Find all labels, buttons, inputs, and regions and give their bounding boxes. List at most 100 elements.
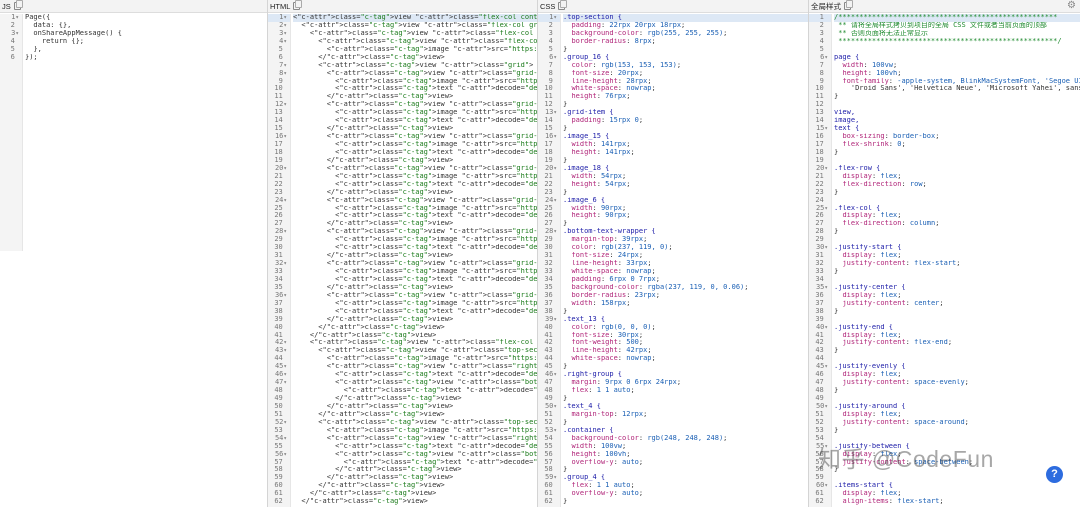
line-number: 18 <box>544 148 557 156</box>
line-number: 53 <box>274 426 287 434</box>
code-line-text: } <box>834 426 839 434</box>
code-line-text: <"c-attr">class="c-tag">text "c-attr">de… <box>293 244 537 252</box>
line-number: 19 <box>274 156 287 164</box>
code-line: flex-direction: row; <box>834 181 1080 189</box>
code-line-text: justify-content: space-around; <box>842 418 969 426</box>
code-line-text: <"c-attr">class="c-tag">image "c-attr">s… <box>293 45 537 53</box>
line-number: 48 <box>815 387 828 395</box>
line-number: 35 <box>274 283 287 291</box>
code-line: <"c-attr">class="c-tag">view "c-attr">cl… <box>293 363 537 371</box>
line-number: 9 <box>278 77 287 85</box>
line-number: 6 <box>278 53 287 61</box>
code-line: font-size: 24rpx; <box>563 252 808 260</box>
html-code-editor[interactable]: 1▾ 2▾ 3▾ 4▾ 5 6 7▾ 8▾ 9 10 11 12▾ 13 14 15 16▾ 1… <box>268 14 537 507</box>
line-number: 59 <box>815 474 828 482</box>
code-line: flex-direction: column; <box>834 220 1080 228</box>
code-line: <"c-attr">class="c-tag">view "c-attr">cl… <box>293 197 537 205</box>
help-button[interactable]: ? <box>1046 466 1063 483</box>
code-line: .flex-row { <box>834 165 1080 173</box>
line-number: 16▾ <box>544 133 557 141</box>
css-code-body[interactable]: .top-section { padding: 22rpx 20rpx 18rp… <box>561 14 808 507</box>
code-line-text: font-size: 20rpx; <box>571 69 644 77</box>
line-number: 50 <box>274 402 287 410</box>
code-line-text: <"c-attr">class="c-tag">view "c-attr">cl… <box>293 14 537 21</box>
code-line-text: margin: 9rpx 0 6rpx 24rpx; <box>571 379 682 387</box>
line-number: 37 <box>544 299 557 307</box>
code-line-text: .right-group { <box>563 371 623 379</box>
code-line: <"c-attr">class="c-tag">view "c-attr">cl… <box>293 70 537 78</box>
code-line-text: height: 90rpx; <box>571 212 631 220</box>
code-line-text: <"c-attr">class="c-tag">view "c-attr">cl… <box>293 418 537 426</box>
line-number: 23 <box>815 188 828 196</box>
line-number: 19 <box>815 156 828 164</box>
js-code-body[interactable]: Page({ data: {}, onShareAppMessage() { r… <box>23 14 267 507</box>
code-line-text: width: 141rpx; <box>571 141 631 148</box>
code-line: </"c-attr">class="c-tag">view> <box>293 252 537 260</box>
code-line-text: </"c-attr">class="c-tag">view> <box>293 220 454 228</box>
code-line-text: </"c-attr">class="c-tag">view> <box>293 466 462 474</box>
code-line-text: width: 100vw; <box>842 61 898 69</box>
code-line-text: line-height: 33rpx; <box>571 260 652 268</box>
code-line-text: padding: 6rpx 0 7rpx; <box>571 275 660 283</box>
gear-icon[interactable]: ⚙ <box>1067 1 1076 11</box>
code-line: } <box>563 189 808 197</box>
line-number: 6 <box>10 53 19 61</box>
code-line: display: flex; <box>834 332 1080 340</box>
code-line-text: </"c-attr">class="c-tag">view> <box>293 93 454 101</box>
line-number: 17 <box>544 141 557 148</box>
line-number: 20▾ <box>544 164 557 172</box>
copy-icon[interactable] <box>558 0 568 10</box>
line-number: 14 <box>815 117 828 125</box>
line-number: 45▾ <box>274 363 287 371</box>
code-line: } <box>834 93 1080 101</box>
code-line-text: .justify-end { <box>834 323 894 331</box>
code-line: } <box>563 157 808 165</box>
line-number: 39▾ <box>544 315 557 323</box>
code-line-text: <"c-attr">class="c-tag">text "c-attr">de… <box>293 387 537 395</box>
copy-icon[interactable] <box>13 0 23 10</box>
line-number: 27 <box>544 220 557 228</box>
line-number: 22 <box>815 180 828 188</box>
line-number: 4▾ <box>279 37 287 45</box>
code-line-text: overflow-y: auto; <box>571 490 644 498</box>
code-line-text: border-radius: 23rpx; <box>571 291 660 299</box>
global-code-body[interactable]: /***************************************… <box>832 14 1080 507</box>
code-line: height: 100vh; <box>834 70 1080 78</box>
html-code-body[interactable]: <"c-attr">class="c-tag">view "c-attr">cl… <box>291 14 537 507</box>
line-number: 47 <box>815 379 828 387</box>
code-line: .text_4 { <box>563 403 808 411</box>
code-line-text: <"c-attr">class="c-tag">view "c-attr">cl… <box>293 69 537 77</box>
code-line: } <box>834 387 1080 395</box>
line-number: 44 <box>274 355 287 363</box>
line-number: 5 <box>819 45 828 53</box>
code-line-text: </"c-attr">class="c-tag">view> <box>293 402 454 410</box>
code-line-text: font-size: 24rpx; <box>571 252 644 260</box>
copy-icon[interactable] <box>844 0 853 10</box>
global-code-editor[interactable]: 1 2 3 4 5 6▾ 7 8 9 10 11 12 13 14 15▾ 16 1… <box>809 14 1080 507</box>
code-line-text: .grid-item { <box>563 109 614 117</box>
line-number: 8 <box>548 69 557 77</box>
code-line: padding: 15rpx 0; <box>563 117 808 125</box>
code-line-text: <"c-attr">class="c-tag">text "c-attr">de… <box>293 371 537 379</box>
code-line: <"c-attr">class="c-tag">image "c-attr">s… <box>293 355 537 363</box>
code-line: <"c-attr">class="c-tag">view "c-attr">cl… <box>293 62 537 70</box>
code-line: <"c-attr">class="c-tag">view "c-attr">cl… <box>293 228 537 236</box>
code-line: <"c-attr">class="c-tag">text "c-attr">de… <box>293 459 537 467</box>
css-pane-title: CSS <box>540 1 556 11</box>
js-code-editor[interactable]: 1▾ 2 3▾ 4 5 6 Page({ data: {}, onShareAppM… <box>0 14 267 507</box>
css-code-editor[interactable]: 1▾ 2 3 4 5 6▾ 7 8 9 10 11 12 13▾ 14 15 16▾ 1… <box>538 14 808 507</box>
line-number: 60 <box>274 482 287 490</box>
line-number: 1▾ <box>268 14 290 22</box>
code-line: }, <box>25 46 267 54</box>
code-line-text: height: 54rpx; <box>571 180 631 188</box>
code-line: padding: 6rpx 0 7rpx; <box>563 276 808 284</box>
code-line-text: overflow-y: auto; <box>571 458 644 466</box>
code-line-text: <"c-attr">class="c-tag">text "c-attr">de… <box>293 442 537 450</box>
code-line: }); <box>25 54 267 62</box>
line-number: 37 <box>815 299 828 307</box>
code-line: </"c-attr">class="c-tag">view> <box>293 332 537 340</box>
copy-icon[interactable] <box>293 0 303 10</box>
code-line-text: <"c-attr">class="c-tag">text "c-attr">de… <box>293 117 537 125</box>
global-style-pane: 全局样式 ⚙ 1 2 3 4 5 6▾ 7 8 9 10 11 12 13 14 … <box>809 0 1080 507</box>
